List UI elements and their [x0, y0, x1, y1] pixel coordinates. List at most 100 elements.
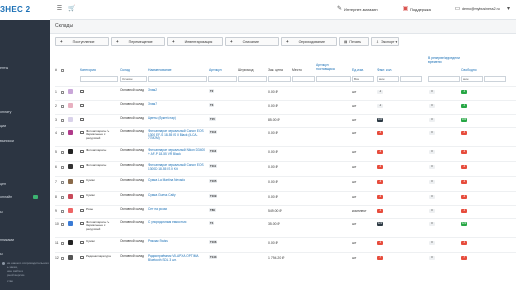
warehouse-cell: Основной склад [120, 254, 145, 258]
row-checkbox[interactable] [61, 104, 64, 108]
product-name-link[interactable]: Сумка La Martina Nevado [148, 178, 206, 183]
free-min-filter[interactable]: мин [461, 76, 483, 82]
product-name-link[interactable]: Злая7 [148, 102, 206, 107]
header-supplier-sku[interactable]: Артикул поставщика [316, 63, 346, 71]
transfer-button[interactable]: + Перемещение [111, 37, 165, 46]
sidebar-item-clients[interactable]: енты [0, 66, 8, 70]
user-icon[interactable]: ▭ [454, 6, 461, 13]
product-name-link[interactable]: Злая2 [148, 88, 206, 93]
product-name-link[interactable]: Фотоаппарат зеркальный Nikon D3400 + AF-… [148, 148, 206, 156]
row-checkbox[interactable] [61, 256, 64, 260]
user-email[interactable]: demo@mybusiness2.ru [462, 6, 500, 13]
row-checkbox[interactable] [61, 209, 64, 213]
inventory-button[interactable]: + Инвентаризация [167, 37, 223, 46]
sidebar-footer-line: ство [7, 279, 14, 283]
row-checkbox[interactable] [61, 180, 64, 184]
reserve-filter[interactable] [428, 76, 460, 82]
table-row[interactable]: 11 Сумки Основной склад Рюкзак Swiss T106 0.0… [55, 237, 516, 251]
qty-min-filter[interactable]: мин [377, 76, 399, 82]
header-name[interactable]: Наименование [148, 68, 172, 72]
row-checkbox[interactable] [61, 150, 64, 154]
print-button[interactable]: ▤ Печать [339, 37, 369, 46]
unit-filter[interactable]: Все [352, 76, 374, 82]
support-link[interactable]: Поддержка [410, 6, 431, 13]
supplier-sku-filter[interactable] [316, 76, 351, 82]
table-row[interactable]: 8 Сумки Основной склад Сумка Guess Caity T10… [55, 191, 516, 205]
warehouse-filter[interactable]: Основн [120, 76, 147, 82]
sku-filter[interactable] [208, 76, 237, 82]
row-checkbox[interactable] [61, 241, 64, 245]
qty-max-filter[interactable] [400, 76, 422, 82]
writeoff-button[interactable]: + Списание [225, 37, 279, 46]
sidebar-item-online[interactable]: онлайн [0, 195, 12, 199]
table-row[interactable]: 10 Фотоаппараты ↳ Зеркальные с рекурсией О… [55, 218, 516, 232]
table-row[interactable]: 7 Сумки Основной склад Сумка La Martina Nev… [55, 176, 516, 190]
product-name-link[interactable]: Фотоаппарат зеркальный Canon EOS 1300D 1… [148, 163, 206, 171]
product-name-link[interactable]: С упорядочным емкостью [148, 220, 206, 225]
sidebar-item-statements[interactable]: выписки [0, 139, 14, 143]
store-link[interactable]: Интернет-магазин [344, 6, 378, 13]
sidebar-item-prices[interactable]: цен [0, 182, 6, 186]
place-filter[interactable] [292, 76, 315, 82]
cart-icon[interactable]: 🛒 [68, 6, 75, 13]
header-reserve[interactable]: В резерве/ирредели времени [428, 56, 462, 64]
row-number: 10 [55, 222, 59, 226]
sidebar-item-8[interactable]: ы [0, 252, 3, 256]
table-row[interactable]: 9 Розы Основной склад Сет на розах T89 549.00… [55, 205, 516, 219]
header-place: Место [292, 68, 302, 72]
table-row[interactable]: 4 Фотоаппараты ↳ Зеркальные с рекурсией Ос… [55, 127, 516, 141]
row-checkbox[interactable] [61, 222, 64, 226]
row-checkbox[interactable] [61, 131, 64, 135]
chevron-down-icon[interactable]: ▾ [505, 6, 512, 13]
sidebar-item-6[interactable]: ы [0, 210, 3, 214]
price-filter[interactable] [268, 76, 291, 82]
export-button[interactable]: ⇩ Экспорт ▾ [371, 37, 399, 46]
free-max-filter[interactable] [484, 76, 506, 82]
menu-icon[interactable]: ☰ [56, 6, 63, 13]
posting-button[interactable]: + Оприходование [281, 37, 337, 46]
store-edit-icon[interactable]: ✎ [336, 6, 343, 13]
price-cell: 85.00 ₽ [268, 118, 280, 122]
table-row[interactable]: 12 Радиоаппаратура Основной склад Радиоприё… [55, 252, 516, 266]
table-row[interactable]: 6 Фотоаппараты Основной склад Фотоаппарат з… [55, 161, 516, 175]
header-unit[interactable]: Ед.изм. [352, 68, 364, 72]
product-thumbnail [68, 179, 73, 184]
sidebar-badge [33, 195, 38, 199]
product-name-link[interactable]: Цветы (букет/стар) [148, 116, 206, 121]
table-row[interactable]: 1 Основной склад Злая2 T2 0.00 ₽ шт -1 0 -1 [55, 86, 516, 100]
product-name-link[interactable]: Сумка Guess Caity [148, 193, 206, 198]
sidebar-item-groups[interactable]: ппиками [0, 238, 14, 242]
category-cell: Радиоаппаратура [86, 254, 111, 258]
header-free[interactable]: Свободно [461, 68, 477, 72]
header-qty[interactable]: Факт. кол. [377, 68, 392, 72]
row-checkbox[interactable] [61, 165, 64, 169]
row-checkbox[interactable] [61, 90, 64, 94]
sidebar-item-payment[interactable]: оплату [0, 110, 11, 114]
header-warehouse[interactable]: Склад [120, 68, 130, 72]
row-checkbox[interactable] [61, 195, 64, 199]
table-row[interactable]: 3 Основной склад Цветы (букет/стар) T15 85.0… [55, 114, 516, 128]
unit-cell: шт [352, 256, 357, 260]
product-name-link[interactable]: Фотоаппарат зеркальный Canon EOS 1300 EF… [148, 129, 206, 141]
support-icon[interactable]: ▣ [402, 6, 409, 13]
header-sku[interactable]: Артикул [209, 68, 222, 72]
warehouse-cell: Основной склад [120, 220, 145, 224]
row-number: 2 [55, 104, 57, 108]
sku-badge: T105 [209, 179, 218, 183]
name-filter[interactable] [148, 76, 207, 82]
barcode-filter[interactable] [238, 76, 267, 82]
warehouse-cell: Основной склад [120, 129, 145, 133]
product-name-link[interactable]: Сет на розах [148, 207, 206, 212]
table-row[interactable]: 2 Основной склад Злая7 T3 0.00 ₽ шт -1 0 -1 [55, 100, 516, 114]
product-name-link[interactable]: Рюкзак Swiss [148, 239, 206, 244]
row-checkbox[interactable] [61, 118, 64, 122]
sidebar-item-operations[interactable]: ции [0, 124, 6, 128]
product-name-link[interactable]: Радиоприёмник VILAPXA OPTIMA Bluetooth S… [148, 254, 206, 262]
logo: ЗНЕС 2 [0, 0, 50, 20]
receipt-button[interactable]: + Поступление [55, 37, 109, 46]
select-all-checkbox[interactable] [61, 68, 64, 72]
header-category[interactable]: Категория [80, 68, 96, 72]
avatar-icon [2, 262, 5, 265]
category-filter[interactable] [80, 76, 118, 82]
table-row[interactable]: 5 Фотоаппараты Основной склад Фотоаппарат з… [55, 146, 516, 160]
